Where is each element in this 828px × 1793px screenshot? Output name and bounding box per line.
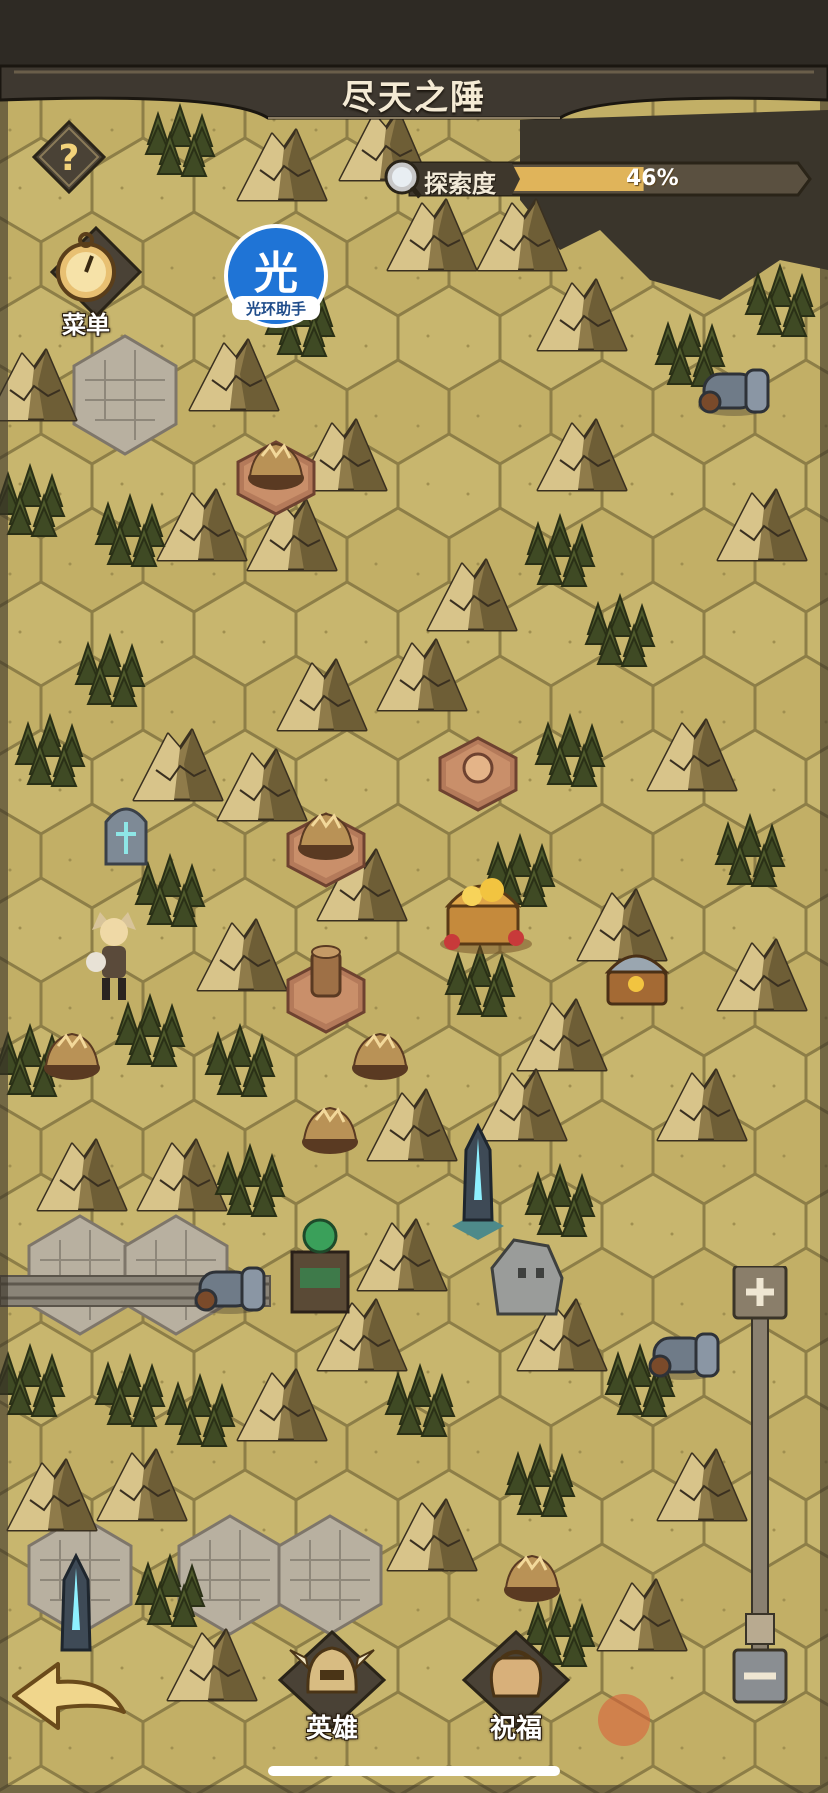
assistant-badge[interactable]: 光 光环助手	[222, 222, 330, 330]
home-indicator[interactable]	[268, 1766, 560, 1776]
assistant-glyph: 光	[254, 248, 298, 299]
question-mark-icon: ?	[31, 119, 107, 195]
zoom-control[interactable]	[730, 1266, 792, 1706]
menu-label: 菜单	[62, 311, 110, 339]
svg-text:?: ?	[59, 138, 80, 179]
blessing-button[interactable]	[456, 1628, 576, 1768]
help-button[interactable]: ?	[31, 119, 107, 195]
assistant-caption: 光环助手	[245, 300, 306, 318]
exploration-label: 探索度	[424, 170, 496, 198]
zoom-in-button[interactable]	[732, 1266, 788, 1320]
back-arrow-icon	[12, 1662, 126, 1730]
blessing-label: 祝福	[489, 1714, 542, 1744]
map-title: 尽天之陲	[342, 78, 486, 118]
heroes-label: 英雄	[305, 1714, 358, 1744]
game-screen: 尽天之陲 ? 菜单 光 光环助手 探索度 46% 英雄 祝福	[0, 0, 828, 1793]
exploration-value: 46%	[626, 166, 679, 191]
exploration-progress-fill	[512, 167, 644, 191]
heroes-button[interactable]	[272, 1628, 392, 1768]
zoom-out-button[interactable]	[732, 1648, 788, 1704]
back-button[interactable]	[6, 1656, 130, 1738]
